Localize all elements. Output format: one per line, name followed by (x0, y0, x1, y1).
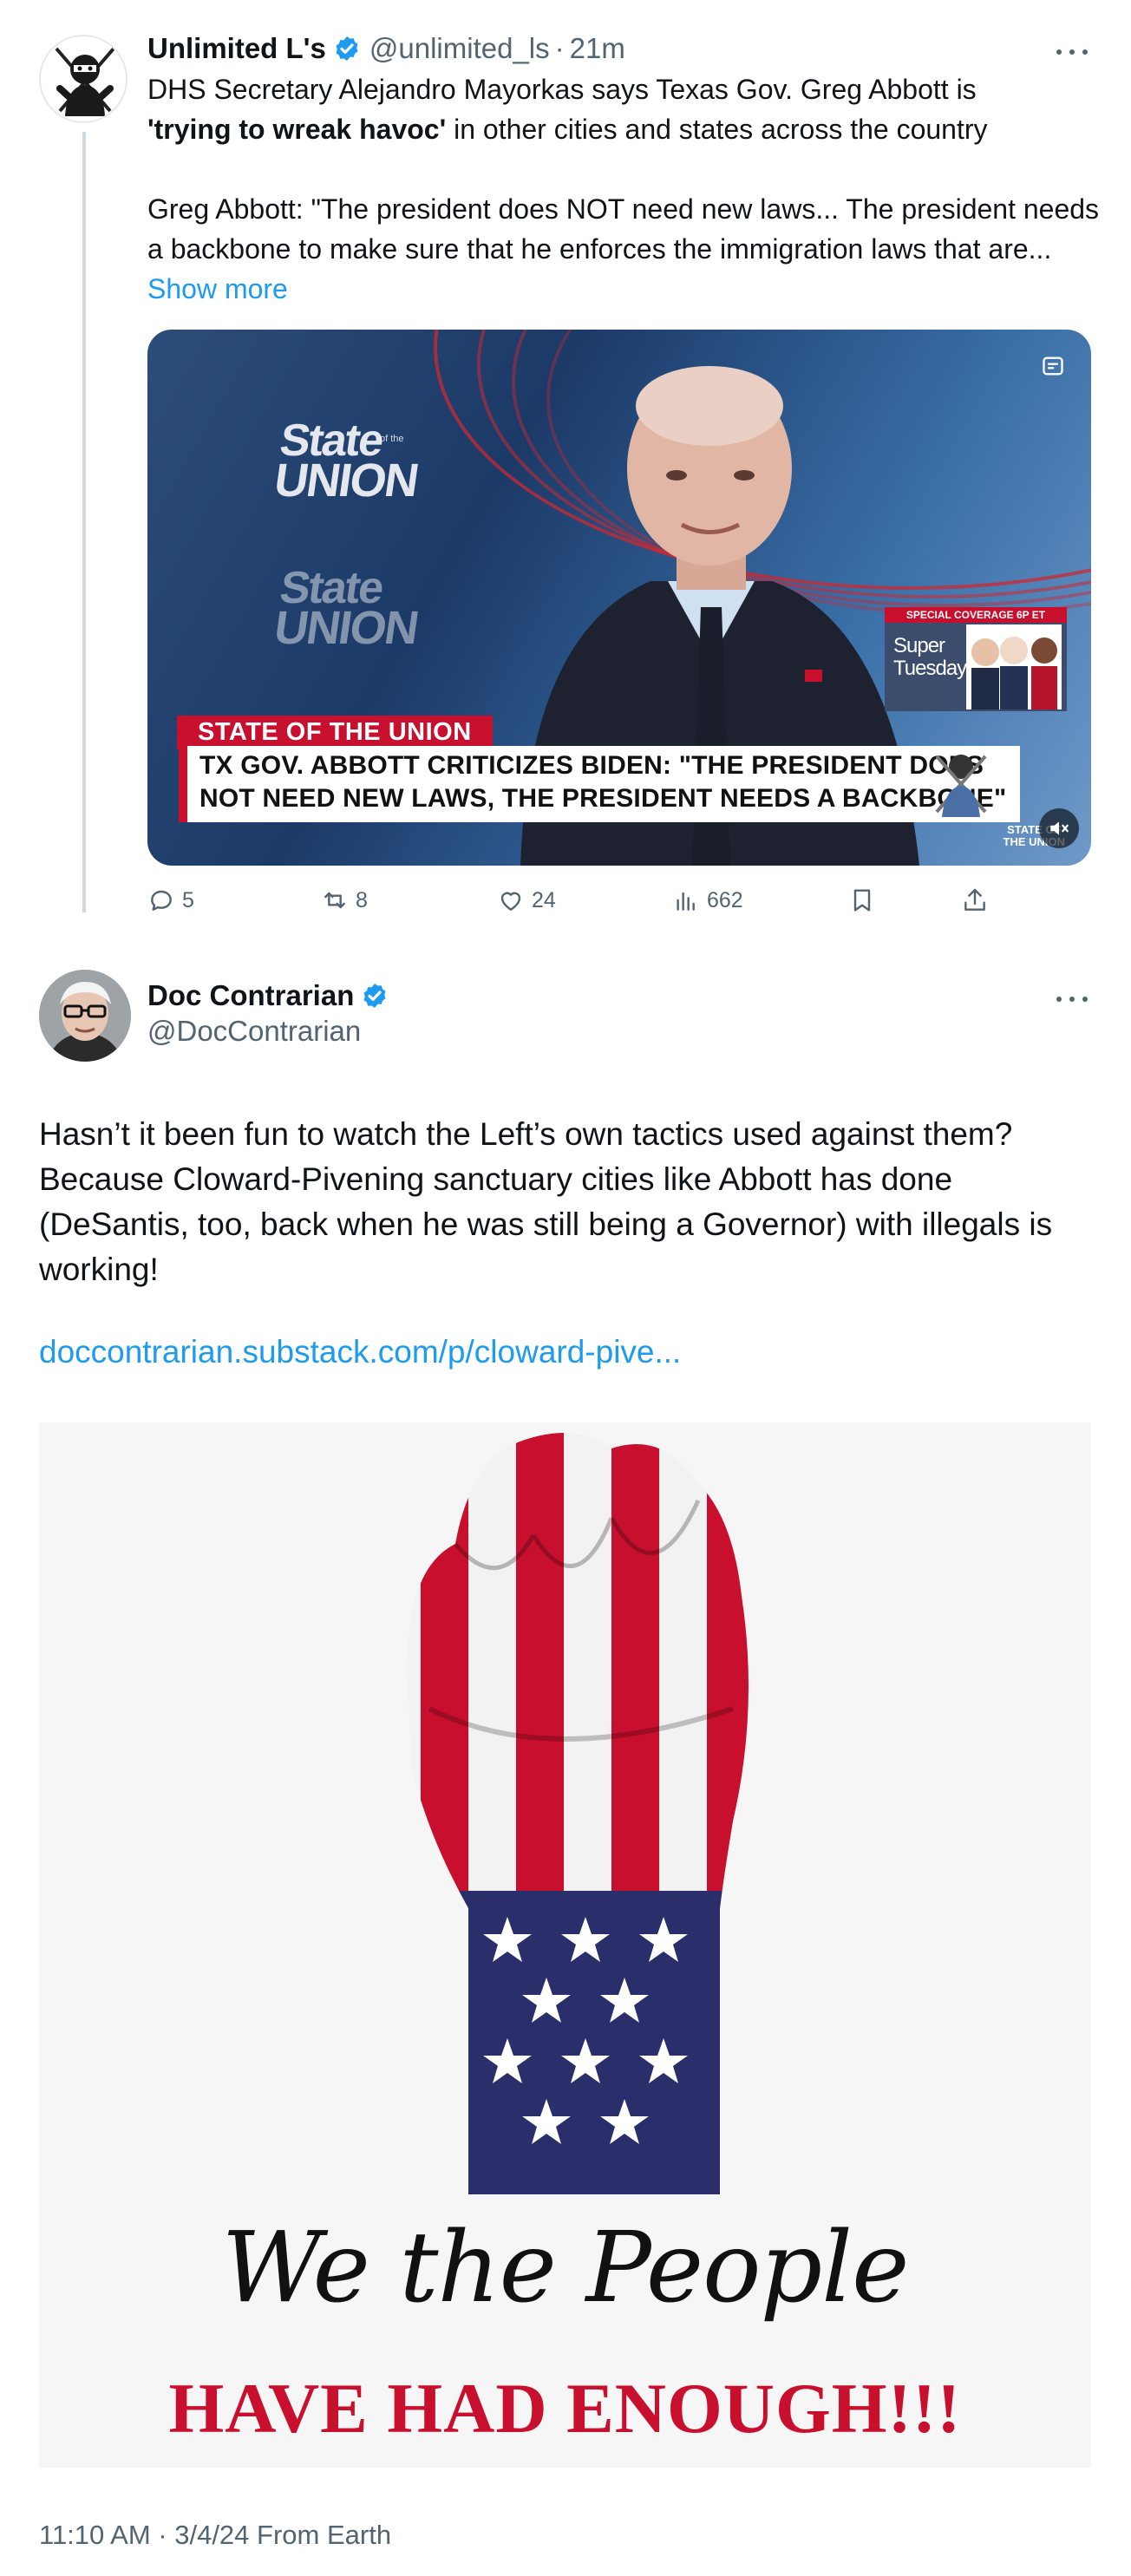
tweet-header: Unlimited L's @unlimited_ls · 21m (147, 29, 625, 68)
reply-button[interactable]: 5 (147, 883, 194, 918)
bookmark-icon (853, 889, 871, 912)
views-button[interactable]: 662 (672, 883, 743, 918)
author-name[interactable]: Doc Contrarian (147, 979, 354, 1012)
tuesday-text: Tuesday (893, 657, 967, 680)
tweet-text-line2-rest: in other cities and states across the co… (446, 114, 988, 145)
avatar[interactable] (39, 970, 131, 1062)
logo-union: UNION (271, 454, 421, 507)
reply-icon (151, 890, 172, 911)
show-name-tag: STATE OF THE UNION (177, 716, 493, 749)
poster-script-text: We the People (221, 2212, 910, 2324)
tweet-quote-text: Greg Abbott: "The president does NOT nee… (147, 193, 1100, 265)
author-handle[interactable]: @DocContrarian (147, 1015, 361, 1048)
bold-quote: 'trying to wreak havoc' (147, 114, 447, 145)
lower-third-tag: STATE OF THE UNION (177, 716, 493, 749)
tweet-text-para2: Greg Abbott: "The president does NOT nee… (147, 189, 1102, 309)
share-icon (964, 888, 985, 911)
super-tuesday-text: Super Tuesday (893, 634, 967, 680)
heart-icon (500, 892, 521, 911)
tweet-text: DHS Secretary Alejandro Mayorkas says Te… (147, 69, 1102, 309)
tweet-header: Doc Contrarian (147, 977, 397, 1015)
doc-contrarian-avatar-photo (39, 970, 131, 1062)
author-name[interactable]: Unlimited L's (147, 32, 326, 65)
tweet-action-bar: 5 8 24 662 (147, 883, 1015, 918)
author-handle[interactable]: @unlimited_ls (369, 32, 550, 65)
candidates-photo (966, 624, 1062, 709)
repost-count: 8 (356, 887, 368, 912)
tweet-image[interactable]: We the People HAVE HAD ENOUGH!!! (39, 1422, 1091, 2468)
separator: · (554, 32, 565, 64)
more-options-icon[interactable] (1056, 992, 1088, 1006)
repost-icon (324, 892, 345, 909)
views-chart-icon (677, 892, 695, 911)
show-more-link[interactable]: Show more (147, 273, 288, 304)
poster-banner-text: HAVE HAD ENOUGH!!! (168, 2369, 962, 2448)
verified-badge-icon (363, 984, 386, 1008)
show-logo-echo: State UNION (271, 563, 426, 654)
video-player[interactable]: State UNION of the State UNION SPECIAL C… (147, 330, 1091, 866)
media-settings-icon[interactable] (1041, 354, 1065, 378)
chyron-line1: TX GOV. ABBOTT CRITICIZES BIDEN: "THE PR… (199, 751, 984, 780)
muted-speaker-icon (1050, 821, 1069, 835)
ninja-watermark-icon (935, 755, 987, 817)
tweet-text-line2: 'trying to wreak havoc' in other cities … (147, 109, 1102, 149)
tweet-timestamp[interactable]: 11:10 AM · 3/4/24 From Earth (39, 2520, 391, 2551)
thread-connector-line (82, 132, 86, 912)
like-count: 24 (532, 887, 556, 912)
verified-badge-icon (336, 36, 358, 61)
article-link[interactable]: doccontrarian.substack.com/p/cloward-piv… (39, 1334, 681, 1370)
share-button[interactable] (961, 883, 996, 918)
super-text: Super (893, 634, 945, 657)
show-logo-top: State UNION (271, 415, 426, 507)
ninja-avatar-icon (41, 36, 126, 121)
more-options-icon[interactable] (1056, 45, 1088, 59)
like-button[interactable]: 24 (497, 883, 556, 918)
bookmark-button[interactable] (848, 883, 883, 918)
view-count: 662 (707, 887, 743, 912)
tweet-text: Hasn’t it been fun to watch the Left’s o… (39, 1116, 1053, 1287)
chyron-line2: NOT NEED NEW LAWS, THE PRESIDENT NEEDS A… (199, 784, 1007, 813)
avatar[interactable] (39, 35, 127, 123)
special-coverage-label: SPECIAL COVERAGE 6P ET (885, 607, 1067, 623)
super-tuesday-promo: SPECIAL COVERAGE 6P ET Super Tuesday (885, 607, 1067, 711)
tweet-time[interactable]: 21m (570, 32, 625, 65)
headline-chyron: TX GOV. ABBOTT CRITICIZES BIDEN: "THE PR… (179, 746, 1020, 822)
repost-button[interactable]: 8 (321, 883, 368, 918)
logo-echo-union: UNION (271, 602, 421, 654)
reply-count: 5 (182, 887, 194, 912)
tweet-text-line1: DHS Secretary Alejandro Mayorkas says Te… (147, 74, 977, 105)
flag-fist-illustration (407, 1433, 749, 2194)
logo-of-the: of the (380, 434, 404, 444)
mute-button[interactable] (1039, 808, 1079, 848)
